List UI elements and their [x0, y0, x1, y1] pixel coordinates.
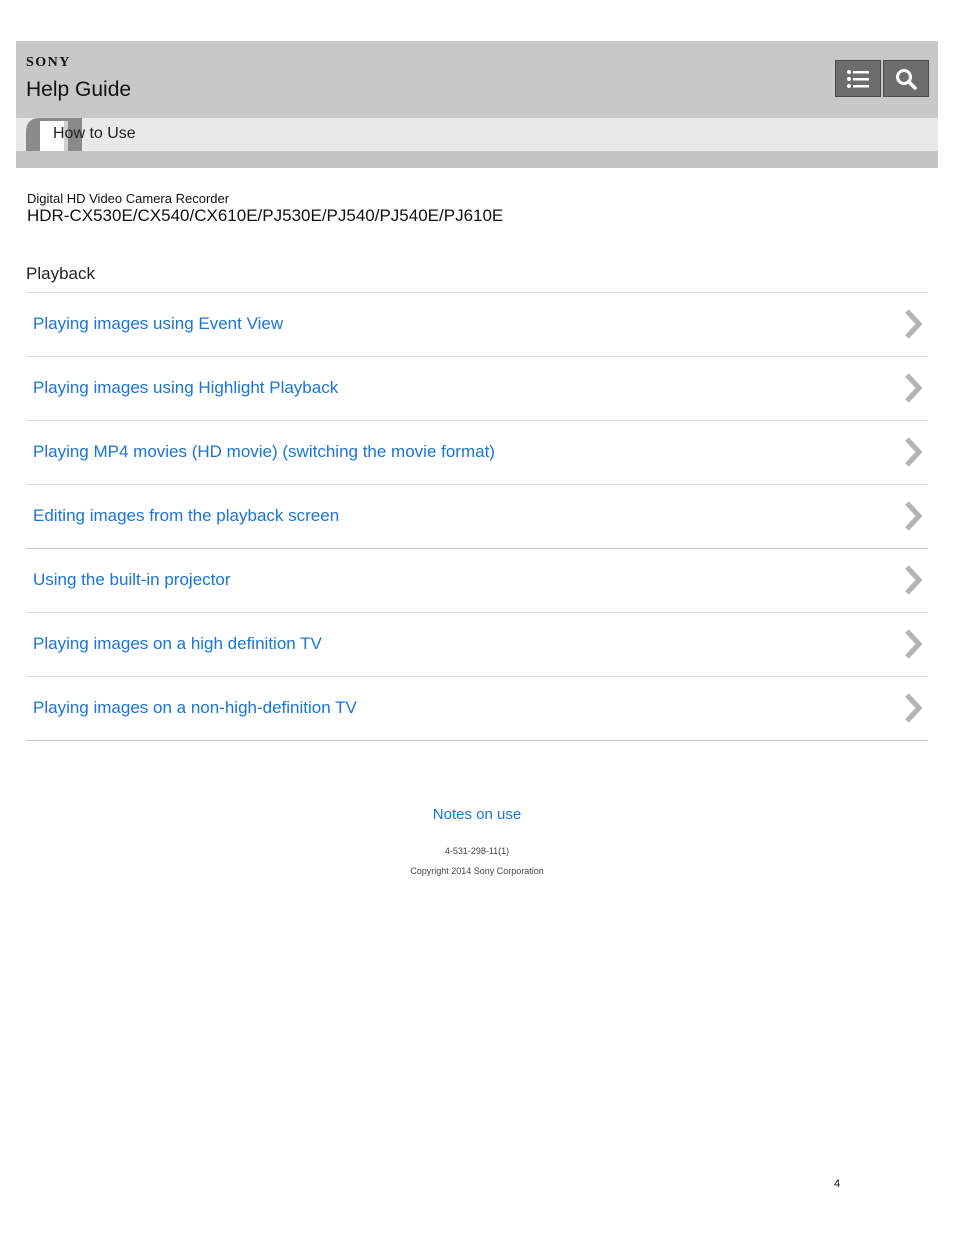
chevron-right-icon — [905, 373, 923, 403]
page: SONY Help Guide How to Use Digital HD Vi… — [0, 0, 954, 1235]
list-item[interactable]: Playing images on a high definition TV — [26, 613, 928, 677]
topic-link[interactable]: Playing images using Event View — [33, 314, 283, 334]
product-models: HDR-CX530E/CX540/CX610E/PJ530E/PJ540/PJ5… — [27, 206, 504, 225]
list-item[interactable]: Editing images from the playback screen — [26, 485, 928, 549]
list-item[interactable]: Playing MP4 movies (HD movie) (switching… — [26, 421, 928, 485]
topic-link[interactable]: Playing images on a non-high-definition … — [33, 698, 357, 718]
page-number: 4 — [834, 1178, 841, 1190]
toolbar — [835, 60, 929, 97]
chevron-right-icon — [905, 629, 923, 659]
page-title: Help Guide — [26, 78, 132, 101]
header-divider — [16, 151, 938, 168]
section-title: Playback — [26, 264, 95, 283]
chevron-right-icon — [905, 565, 923, 595]
header: SONY Help Guide How to Use — [16, 41, 938, 168]
chevron-right-icon — [905, 309, 923, 339]
topic-link[interactable]: Using the built-in projector — [33, 570, 230, 590]
contents-button[interactable] — [835, 60, 881, 97]
document-code: 4-531-298-11(1) — [444, 846, 510, 856]
topic-link[interactable]: Editing images from the playback screen — [33, 506, 339, 526]
chevron-right-icon — [905, 693, 923, 723]
topic-list: Playing images using Event View Playing … — [26, 292, 928, 741]
notes-on-use-link[interactable]: Notes on use — [0, 806, 954, 823]
list-item[interactable]: Playing images using Highlight Playback — [26, 357, 928, 421]
list-item[interactable]: Playing images using Event View — [26, 293, 928, 357]
search-icon — [896, 68, 917, 90]
list-item[interactable]: Using the built-in projector — [26, 549, 928, 613]
breadcrumb: How to Use — [16, 118, 938, 151]
chevron-right-icon — [905, 501, 923, 531]
topic-link[interactable]: Playing images on a high definition TV — [33, 634, 322, 654]
topic-link[interactable]: Playing images using Highlight Playback — [33, 378, 338, 398]
chevron-right-icon — [905, 437, 923, 467]
header-top: SONY Help Guide — [16, 41, 938, 118]
topic-link[interactable]: Playing MP4 movies (HD movie) (switching… — [33, 442, 495, 462]
list-item[interactable]: Playing images on a non-high-definition … — [26, 677, 928, 741]
list-icon — [847, 69, 869, 88]
copyright-text: Copyright 2014 Sony Corporation — [410, 866, 544, 876]
search-button[interactable] — [883, 60, 929, 97]
brand-logo: SONY — [26, 55, 71, 70]
breadcrumb-link[interactable]: How to Use — [53, 125, 136, 143]
product-type: Digital HD Video Camera Recorder — [27, 191, 230, 206]
